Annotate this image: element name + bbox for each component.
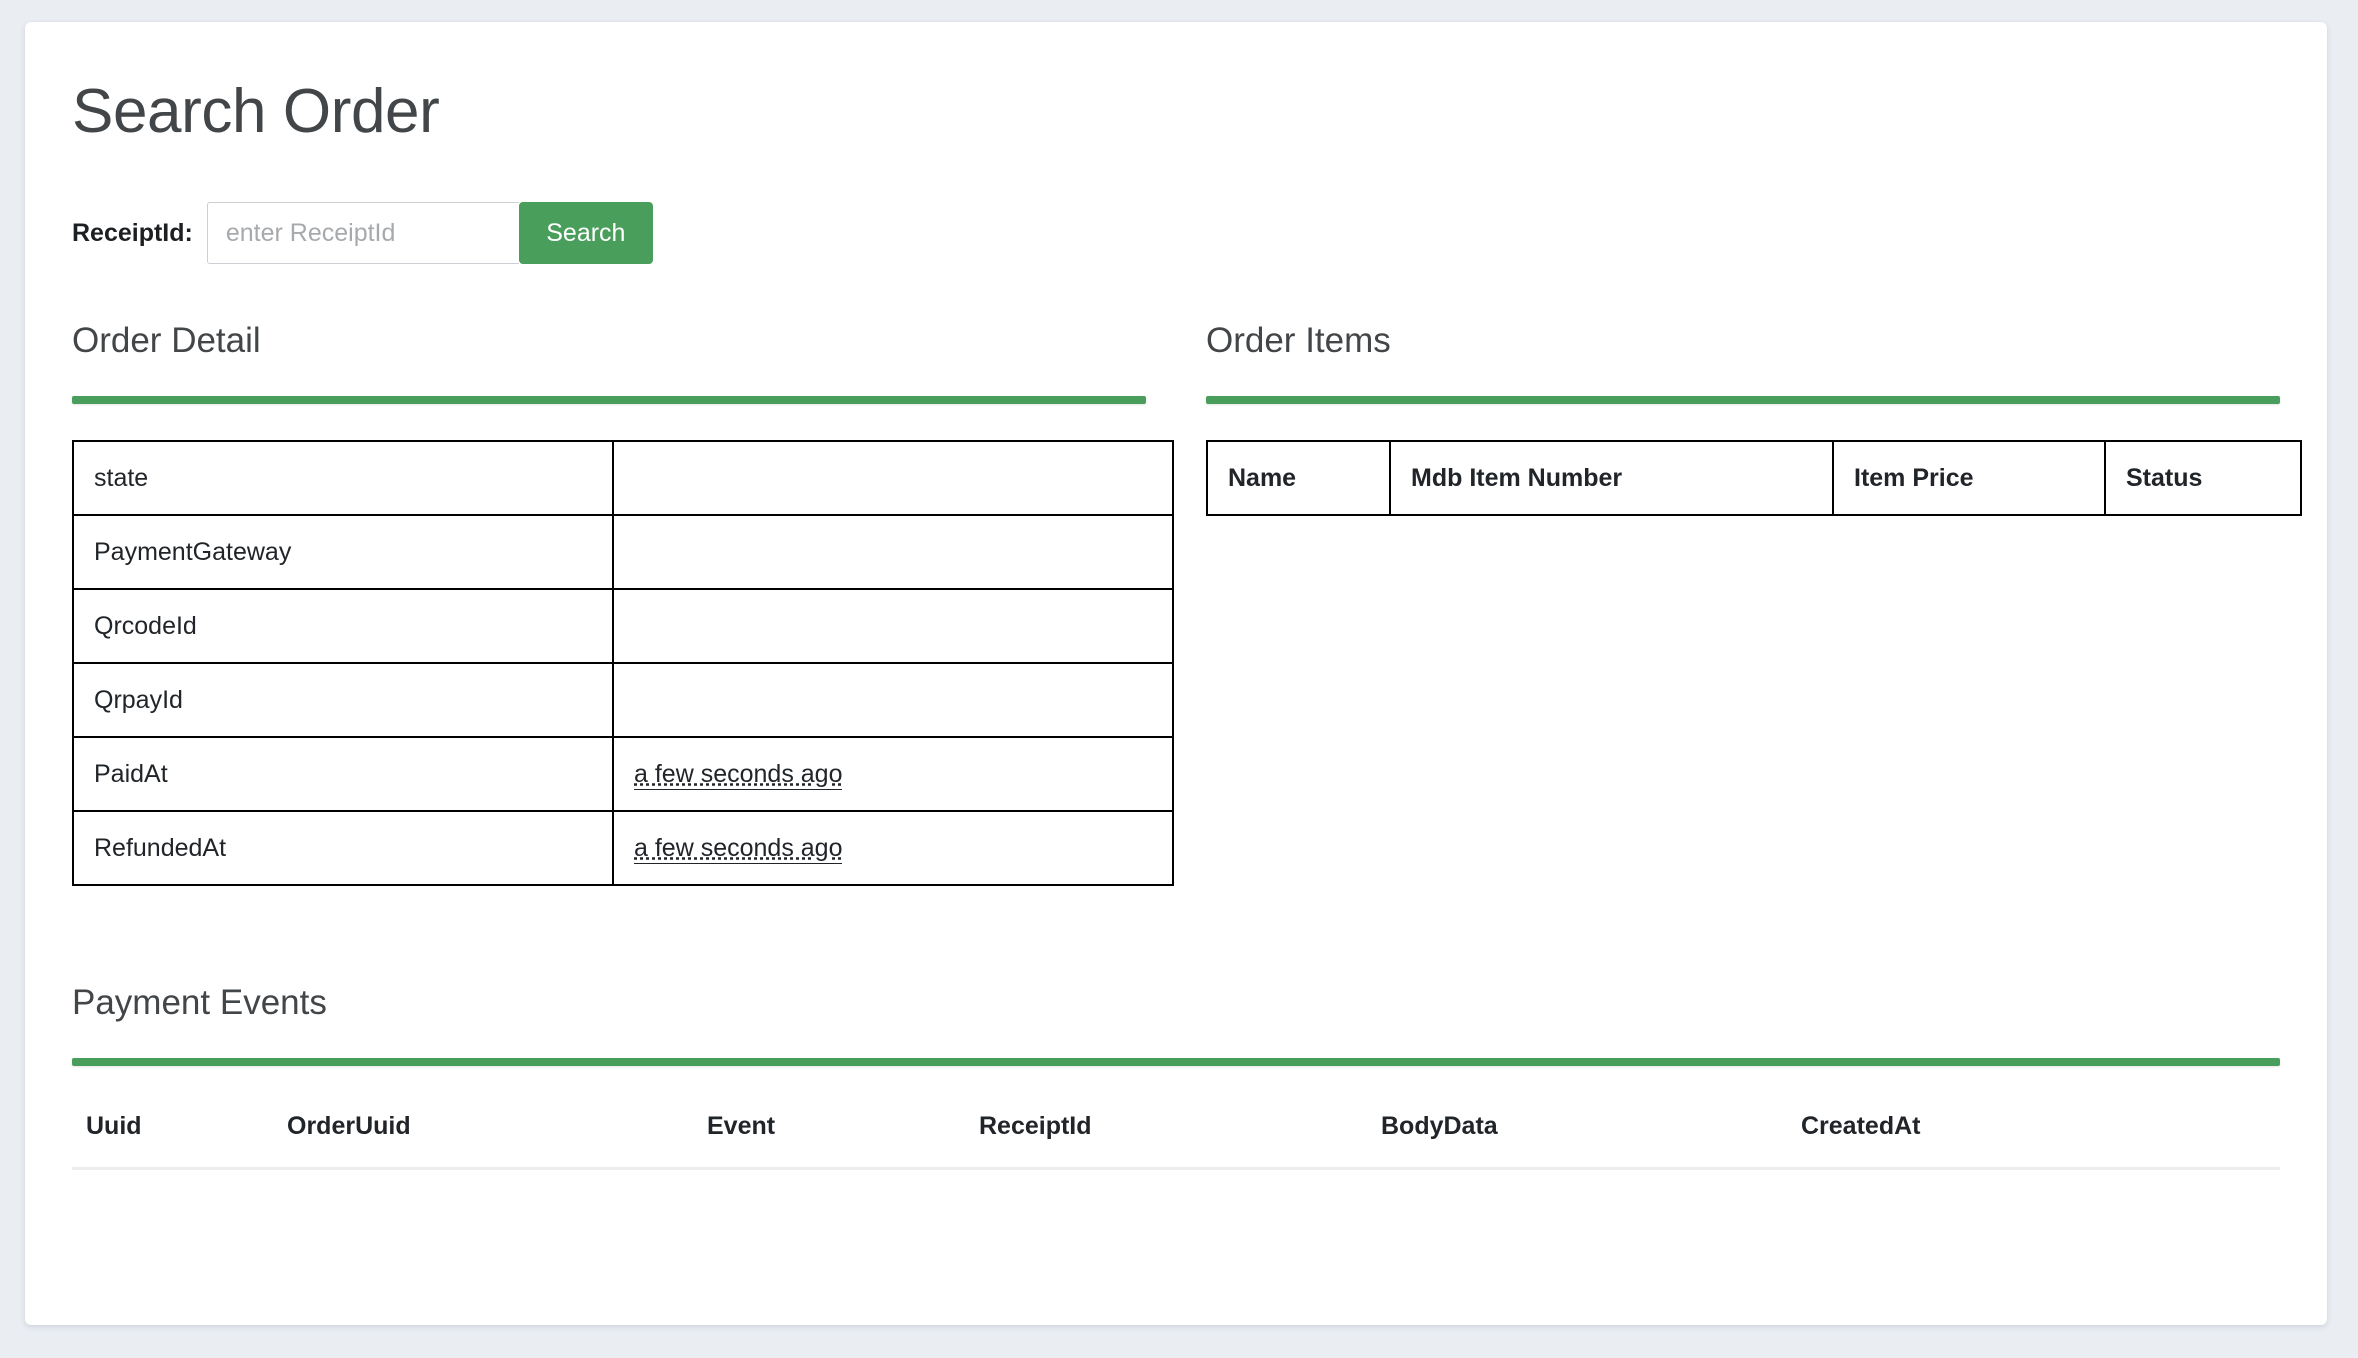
search-input[interactable] — [207, 202, 519, 264]
table-row: PaidAt a few seconds ago — [73, 737, 1173, 811]
table-header-row: Name Mdb Item Number Item Price Status — [1207, 441, 2301, 515]
page-title: Search Order — [72, 22, 2280, 146]
card-inner: Search Order ReceiptId: Search Order Det… — [25, 22, 2327, 1325]
table-row: RefundedAt a few seconds ago — [73, 811, 1173, 885]
detail-key: QrpayId — [73, 663, 613, 737]
detail-value: a few seconds ago — [613, 737, 1173, 811]
column-header-name: Name — [1207, 441, 1390, 515]
detail-value: a few seconds ago — [613, 811, 1173, 885]
column-header-item-price: Item Price — [1833, 441, 2105, 515]
column-header-body-data: BodyData — [1381, 1086, 1801, 1169]
detail-value — [613, 441, 1173, 515]
detail-key: RefundedAt — [73, 811, 613, 885]
payment-events-body — [72, 1169, 2280, 1213]
column-header-status: Status — [2105, 441, 2301, 515]
order-items-divider — [1206, 396, 2280, 404]
payment-events-section: Payment Events Uuid OrderUuid Event Rece… — [72, 982, 2280, 1213]
detail-key: QrcodeId — [73, 589, 613, 663]
table-row: QrpayId — [73, 663, 1173, 737]
table-row: state — [73, 441, 1173, 515]
empty-row — [72, 1169, 2280, 1213]
detail-key: PaymentGateway — [73, 515, 613, 589]
paid-at-relative-time[interactable]: a few seconds ago — [634, 760, 842, 790]
detail-value — [613, 515, 1173, 589]
search-form: ReceiptId: Search — [72, 202, 2280, 264]
detail-value — [613, 589, 1173, 663]
detail-key: state — [73, 441, 613, 515]
column-header-uuid: Uuid — [72, 1086, 287, 1169]
order-detail-divider — [72, 396, 1146, 404]
column-header-created-at: CreatedAt — [1801, 1086, 2280, 1169]
payment-events-table: Uuid OrderUuid Event ReceiptId BodyData … — [72, 1086, 2280, 1213]
detail-items-columns: Order Detail state PaymentGateway — [72, 320, 2280, 886]
order-items-section: Order Items Name Mdb Item Number Item Pr… — [1206, 320, 2280, 886]
order-detail-table: state PaymentGateway QrcodeId Qrpay — [72, 440, 1174, 886]
order-items-heading: Order Items — [1206, 320, 2280, 362]
column-header-receipt-id: ReceiptId — [979, 1086, 1381, 1169]
table-row: QrcodeId — [73, 589, 1173, 663]
page-card: Search Order ReceiptId: Search Order Det… — [25, 22, 2327, 1325]
order-detail-heading: Order Detail — [72, 320, 1146, 362]
order-detail-section: Order Detail state PaymentGateway — [72, 320, 1146, 886]
payment-events-divider — [72, 1058, 2280, 1066]
refunded-at-relative-time[interactable]: a few seconds ago — [634, 834, 842, 864]
table-row: PaymentGateway — [73, 515, 1173, 589]
payment-events-heading: Payment Events — [72, 982, 2280, 1024]
receipt-id-label: ReceiptId: — [72, 221, 193, 246]
detail-key: PaidAt — [73, 737, 613, 811]
detail-value — [613, 663, 1173, 737]
table-header-row: Uuid OrderUuid Event ReceiptId BodyData … — [72, 1086, 2280, 1169]
column-header-mdb-item-number: Mdb Item Number — [1390, 441, 1833, 515]
search-button[interactable]: Search — [519, 202, 653, 264]
table-row — [72, 1169, 2280, 1213]
column-header-event: Event — [707, 1086, 979, 1169]
order-items-table: Name Mdb Item Number Item Price Status — [1206, 440, 2302, 516]
column-header-order-uuid: OrderUuid — [287, 1086, 707, 1169]
